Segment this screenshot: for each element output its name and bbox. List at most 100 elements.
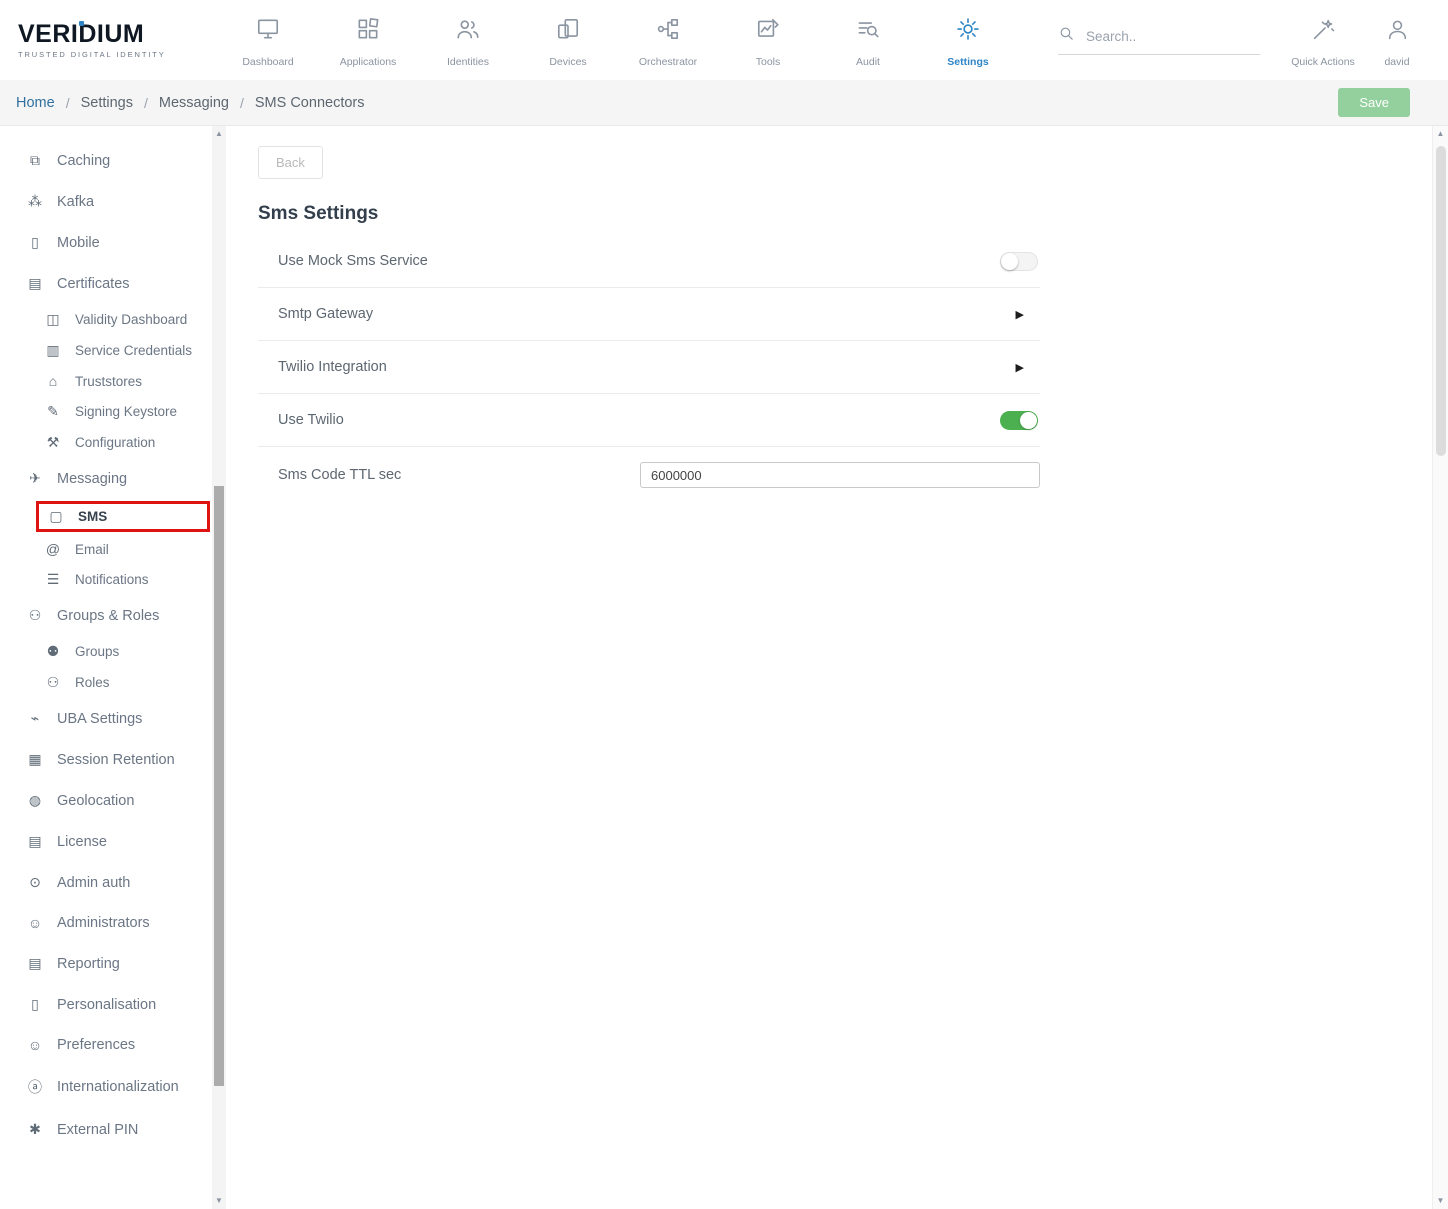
- page-scrollbar-thumb[interactable]: [1436, 146, 1446, 456]
- page-scrollbar[interactable]: ▲ ▼: [1432, 126, 1448, 1209]
- brand-logo: VERIDIUM TRUSTED DIGITAL IDENTITY: [14, 22, 210, 59]
- geolocation-icon: ◍: [26, 792, 44, 809]
- breadcrumb-messaging[interactable]: Messaging: [159, 95, 229, 111]
- top-bar: VERIDIUM TRUSTED DIGITAL IDENTITY Dashbo…: [0, 0, 1448, 80]
- service-credentials-icon: ▥: [44, 342, 62, 359]
- sidebar-item-session-retention[interactable]: ▦Session Retention: [0, 739, 212, 780]
- sidebar-item-label: Validity Dashboard: [75, 312, 187, 327]
- license-icon: ▤: [26, 833, 44, 850]
- nav-item-identities[interactable]: Identities: [418, 12, 518, 68]
- nav-item-audit[interactable]: Audit: [818, 12, 918, 68]
- sidebar-item-reporting[interactable]: ▤ Reporting: [0, 943, 212, 984]
- mobile-icon: ▯: [26, 234, 44, 251]
- truststores-icon: ⌂: [44, 373, 62, 389]
- use-mock-sms-service-toggle[interactable]: [1000, 252, 1038, 271]
- quick-actions-button[interactable]: Quick Actions: [1286, 13, 1360, 68]
- sidebar-item-email[interactable]: @Email: [0, 534, 212, 564]
- page-scroll-up-button[interactable]: ▲: [1433, 126, 1448, 142]
- dashboard-icon: [255, 16, 281, 47]
- sidebar-item-caching[interactable]: ⧉Caching: [0, 140, 212, 181]
- sidebar-item-internationalization[interactable]: ⓐInternationalization: [0, 1065, 212, 1109]
- sidebar-item-label: Reporting: [57, 956, 120, 972]
- sidebar-item-label: Certificates: [57, 276, 130, 292]
- sidebar-item-roles[interactable]: ⚇Roles: [0, 667, 212, 698]
- nav-label: Identities: [447, 56, 489, 68]
- configuration-icon: ⚒: [44, 434, 62, 451]
- sidebar-item-label: Signing Keystore: [75, 404, 177, 419]
- nav-item-devices[interactable]: Devices: [518, 12, 618, 68]
- setting-label: Sms Code TTL sec: [258, 467, 401, 483]
- sidebar-item-label: SMS: [78, 509, 107, 524]
- sidebar-scrollbar-thumb[interactable]: [214, 486, 224, 1086]
- toggle-knob: [1020, 412, 1037, 429]
- nav-item-orchestrator[interactable]: Orchestrator: [618, 12, 718, 68]
- nav-item-applications[interactable]: Applications: [318, 12, 418, 68]
- administrators-icon: ☺: [26, 915, 44, 931]
- sidebar-item-validity-dashboard[interactable]: ◫Validity Dashboard: [0, 304, 212, 335]
- email-icon: @: [44, 541, 62, 557]
- notifications-icon: ☰: [44, 571, 62, 588]
- breadcrumb-sms-connectors: SMS Connectors: [255, 95, 365, 111]
- sidebar-item-groups[interactable]: ⚉Groups: [0, 636, 212, 667]
- sidebar-item-certificates[interactable]: ▤Certificates: [0, 263, 212, 304]
- sidebar-item-label: Session Retention: [57, 752, 175, 768]
- nav-label: Orchestrator: [639, 56, 697, 68]
- nav-item-dashboard[interactable]: Dashboard: [218, 12, 318, 68]
- groups-roles-icon: ⚇: [26, 607, 44, 624]
- external-pin-icon: ✱: [26, 1121, 44, 1138]
- nav-item-settings[interactable]: Settings: [918, 12, 1018, 68]
- setting-label: Smtp Gateway: [258, 306, 373, 322]
- search-input[interactable]: [1084, 28, 1244, 45]
- sidebar-item-label: Service Credentials: [75, 343, 192, 358]
- sidebar-item-kafka[interactable]: ⁂Kafka: [0, 181, 212, 222]
- user-menu[interactable]: david: [1360, 13, 1434, 68]
- sidebar-item-groups-roles[interactable]: ⚇Groups & Roles: [0, 595, 212, 636]
- sidebar-item-license[interactable]: ▤License: [0, 821, 212, 862]
- sidebar-nav: ⧉Caching⁂Kafka▯Mobile▤Certificates◫Valid…: [0, 140, 212, 1150]
- sidebar-item-admin-auth[interactable]: ⊙Admin auth: [0, 862, 212, 903]
- sidebar-item-configuration[interactable]: ⚒ Configuration: [0, 427, 212, 458]
- sidebar-item-uba-settings[interactable]: ⌁UBA Settings: [0, 698, 212, 739]
- setting-row-twilio-integration[interactable]: Twilio Integration ▶: [258, 341, 1040, 394]
- sidebar-item-label: Configuration: [75, 435, 155, 450]
- orchestrator-icon: [655, 16, 681, 47]
- sidebar-scrollbar[interactable]: ▲ ▼: [212, 126, 226, 1209]
- setting-row-smtp-gateway[interactable]: Smtp Gateway ▶: [258, 288, 1040, 341]
- setting-label: Use Mock Sms Service: [258, 253, 428, 269]
- sidebar-item-preferences[interactable]: ☺Preferences: [0, 1025, 212, 1065]
- sidebar-item-truststores[interactable]: ⌂Truststores: [0, 366, 212, 396]
- sidebar-item-label: Caching: [57, 153, 110, 169]
- sidebar-item-messaging[interactable]: ✈Messaging: [0, 458, 212, 499]
- sidebar-item-label: Kafka: [57, 194, 94, 210]
- breadcrumb-separator: /: [66, 95, 70, 111]
- groups-icon: ⚉: [44, 643, 62, 660]
- save-button[interactable]: Save: [1338, 88, 1410, 117]
- sidebar-scroll-down-button[interactable]: ▼: [212, 1193, 226, 1209]
- brand-tagline: TRUSTED DIGITAL IDENTITY: [18, 50, 210, 59]
- reporting-icon: ▤: [26, 955, 44, 972]
- use-twilio-toggle[interactable]: [1000, 411, 1038, 430]
- breadcrumb-bar: Home / Settings / Messaging / SMS Connec…: [0, 80, 1448, 126]
- breadcrumb-separator: /: [144, 95, 148, 111]
- devices-icon: [555, 16, 581, 47]
- sidebar-item-personalisation[interactable]: ▯Personalisation: [0, 984, 212, 1025]
- back-button[interactable]: Back: [258, 146, 323, 179]
- search-bar: [1058, 25, 1260, 55]
- sidebar-item-label: Personalisation: [57, 997, 156, 1013]
- sidebar-item-notifications[interactable]: ☰Notifications: [0, 564, 212, 595]
- breadcrumb-home[interactable]: Home: [16, 95, 55, 111]
- sidebar-scroll-up-button[interactable]: ▲: [212, 126, 226, 142]
- nav-item-tools[interactable]: Tools: [718, 12, 818, 68]
- sidebar-item-sms[interactable]: ▢SMS: [36, 501, 210, 532]
- sidebar-item-service-credentials[interactable]: ▥ Service Credentials: [0, 335, 212, 366]
- sidebar-item-geolocation[interactable]: ◍Geolocation: [0, 780, 212, 821]
- nav-label: Applications: [340, 56, 397, 68]
- nav-label: Audit: [856, 56, 880, 68]
- sidebar-item-signing-keystore[interactable]: ✎Signing Keystore: [0, 396, 212, 427]
- page-scroll-down-button[interactable]: ▼: [1433, 1193, 1448, 1209]
- sidebar-item-administrators[interactable]: ☺Administrators: [0, 903, 212, 943]
- sidebar-item-mobile[interactable]: ▯Mobile: [0, 222, 212, 263]
- sidebar-item-external-pin[interactable]: ✱External PIN: [0, 1109, 212, 1150]
- sms-code-ttl-input[interactable]: [640, 462, 1040, 488]
- breadcrumb-settings[interactable]: Settings: [81, 95, 133, 111]
